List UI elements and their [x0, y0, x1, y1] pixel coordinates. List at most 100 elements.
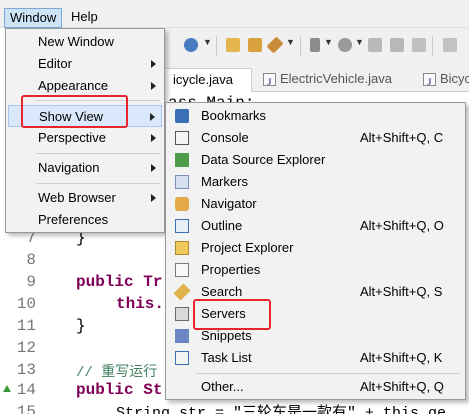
chevron-right-icon [151, 82, 156, 90]
menu-item-label: Perspective [38, 130, 106, 145]
menu-bar: Window Help [0, 0, 469, 28]
outline-icon [175, 219, 189, 233]
menu-item-navigation[interactable]: Navigation [8, 157, 162, 179]
view-item-label: Console [201, 130, 249, 145]
code-line: public St [76, 381, 163, 399]
view-item-bookmarks[interactable]: Bookmarks [168, 105, 464, 127]
view-item-task-list[interactable]: Task List Alt+Shift+Q, K [168, 347, 464, 369]
view-item-label: Markers [201, 174, 248, 189]
view-item-label: Navigator [201, 196, 257, 211]
folder-icon[interactable] [248, 38, 262, 52]
console-icon [175, 131, 189, 145]
line-number: 11 [16, 317, 36, 335]
java-file-icon [263, 71, 276, 93]
servers-icon [175, 307, 189, 321]
tab-bicycle[interactable]: icycle.java [150, 68, 252, 92]
highlight-box-show-view [21, 95, 128, 128]
chevron-right-icon [151, 60, 156, 68]
menu-item-label: Web Browser [38, 190, 116, 205]
markers-icon [175, 175, 189, 189]
format-icon[interactable] [368, 38, 382, 52]
menu-item-appearance[interactable]: Appearance [8, 75, 162, 97]
toolbar-separator [216, 36, 217, 56]
tab-bicycle-2[interactable]: Bicycle [418, 68, 469, 93]
view-item-outline[interactable]: Outline Alt+Shift+Q, O [168, 215, 464, 237]
java-file-icon [423, 71, 436, 93]
menu-item-label: Navigation [38, 160, 100, 175]
tab-label: icycle.java [173, 72, 233, 87]
menu-item-perspective[interactable]: Perspective [8, 127, 162, 149]
view-item-label: Bookmarks [201, 108, 267, 123]
shortcut-text: Alt+Shift+Q, Q [360, 379, 444, 394]
pin-icon[interactable] [310, 38, 320, 52]
chevron-down-icon[interactable]: ▼ [355, 37, 364, 47]
chevron-down-icon[interactable]: ▼ [286, 37, 295, 47]
line-number: 10 [16, 295, 36, 313]
menu-window[interactable]: Window [4, 8, 63, 28]
debug-icon[interactable] [184, 38, 198, 52]
view-item-project-explorer[interactable]: Project Explorer [168, 237, 464, 259]
chevron-down-icon[interactable]: ▼ [324, 37, 333, 47]
shortcut-text: Alt+Shift+Q, C [360, 130, 444, 145]
code-line: } [76, 317, 86, 335]
show-view-submenu: Bookmarks Console Alt+Shift+Q, C Data So… [165, 102, 466, 400]
toolbar-separator [432, 36, 433, 56]
navigator-icon [175, 197, 189, 211]
view-item-label: Other... [201, 379, 244, 394]
menu-item-label: Preferences [38, 212, 109, 227]
view-item-navigator[interactable]: Navigator [168, 193, 464, 215]
shortcut-text: Alt+Shift+Q, O [360, 218, 444, 233]
menu-item-preferences[interactable]: Preferences [8, 209, 162, 231]
next-annotation-icon[interactable] [443, 38, 457, 52]
view-item-label: Search [201, 284, 243, 299]
window-menu: New Window Editor Appearance Show View P… [5, 28, 165, 233]
toolbar-separator [300, 36, 301, 56]
menu-item-web-browser[interactable]: Web Browser [8, 187, 162, 209]
block-icon[interactable] [390, 38, 404, 52]
properties-icon [175, 263, 189, 277]
code-comment: // 重写运行 [76, 365, 158, 381]
view-item-markers[interactable]: Markers [168, 171, 464, 193]
editor-tabs: icycle.java ElectricVehicle.java Bicycle [150, 64, 469, 93]
line-number: 13 [16, 361, 36, 379]
settings-icon[interactable] [338, 38, 352, 52]
code-line: String str = "三轮车是一款有" + this.ge [116, 405, 447, 414]
paragraph-icon[interactable] [412, 38, 426, 52]
menu-separator [36, 183, 160, 184]
chevron-right-icon [151, 164, 156, 172]
menu-item-new-window[interactable]: New Window [8, 31, 162, 53]
tab-electric-vehicle[interactable]: ElectricVehicle.java [258, 68, 418, 93]
run-icon[interactable] [266, 36, 284, 54]
chevron-right-icon [151, 134, 156, 142]
view-item-label: Snippets [201, 328, 252, 343]
bookmarks-icon [175, 109, 189, 123]
data-source-explorer-icon [175, 153, 189, 167]
project-explorer-icon [175, 241, 189, 255]
tab-label: ElectricVehicle.java [280, 71, 392, 86]
line-number: 9 [26, 273, 36, 291]
menu-item-editor[interactable]: Editor [8, 53, 162, 75]
search-icon [173, 283, 191, 301]
shortcut-text: Alt+Shift+Q, S [360, 284, 443, 299]
task-list-icon [175, 351, 189, 365]
shortcut-text: Alt+Shift+Q, K [360, 350, 443, 365]
chevron-down-icon[interactable]: ▼ [203, 37, 212, 47]
menu-help[interactable]: Help [66, 8, 103, 28]
view-item-label: Data Source Explorer [201, 152, 326, 167]
chevron-right-icon [151, 194, 156, 202]
view-item-properties[interactable]: Properties [168, 259, 464, 281]
view-item-other[interactable]: Other... Alt+Shift+Q, Q [168, 376, 464, 398]
tab-label: Bicycle [440, 71, 469, 86]
chevron-right-icon [150, 113, 155, 121]
open-folder-icon[interactable] [226, 38, 240, 52]
code-line: public Tr [76, 273, 163, 291]
view-item-label: Outline [201, 218, 243, 233]
menu-item-label: Editor [38, 56, 72, 71]
line-number: 14 [16, 381, 36, 399]
view-item-label: Task List [201, 350, 252, 365]
view-item-data-source-explorer[interactable]: Data Source Explorer [168, 149, 464, 171]
view-item-label: Properties [201, 262, 261, 277]
view-item-console[interactable]: Console Alt+Shift+Q, C [168, 127, 464, 149]
view-item-label: Project Explorer [201, 240, 294, 255]
menu-item-label: Appearance [38, 78, 109, 93]
